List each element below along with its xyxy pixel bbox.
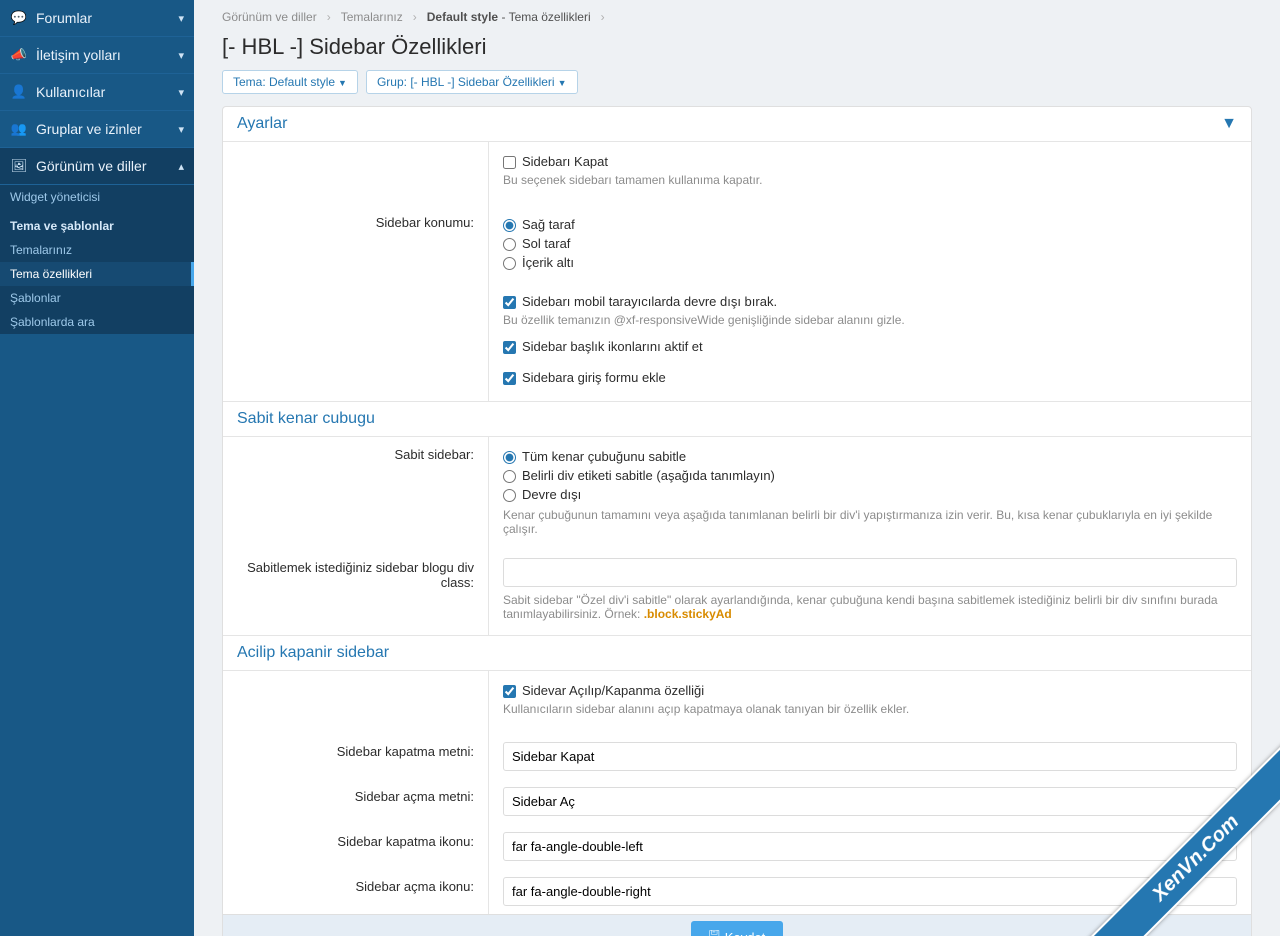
label-close-icon: Sidebar kapatma ikonu: [223, 824, 488, 869]
save-button[interactable]: 🖫 Kaydet [691, 921, 784, 936]
user-icon: 👤 [10, 84, 28, 100]
nav-forums[interactable]: 💬 Forumlar ▾ [0, 0, 194, 37]
checkbox-login-form[interactable] [503, 372, 516, 385]
page-title: [- HBL -] Sidebar Özellikleri [222, 34, 1252, 60]
input-close-icon[interactable] [503, 832, 1237, 861]
label-open-icon: Sidebar açma ikonu: [223, 869, 488, 914]
nav-appearance[interactable]: 🖼 Görünüm ve diller ▴ [0, 148, 194, 185]
subnav-group-themes[interactable]: Tema ve şablonlar [0, 209, 194, 238]
chevron-down-icon: ▾ [178, 123, 184, 136]
nav-users[interactable]: 👤 Kullanıcılar ▾ [0, 74, 194, 111]
opt-toggle-enable[interactable]: Sidevar Açılıp/Kapanma özelliği [503, 683, 1237, 698]
settings-block: Ayarlar ▼ Sidebarı Kapat Bu seçenek side… [222, 106, 1252, 936]
checkbox-close-sidebar[interactable] [503, 156, 516, 169]
save-bar: 🖫 Kaydet [223, 914, 1251, 936]
opt-heading-icons[interactable]: Sidebar başlık ikonlarını aktif et [503, 339, 1237, 354]
label-sticky: Sabit sidebar: [223, 437, 488, 550]
crumb-themes[interactable]: Temalarınız [341, 10, 403, 24]
section-toggle-head: Acilip kapanir sidebar [223, 635, 1251, 671]
radio-position-right[interactable] [503, 219, 516, 232]
bullhorn-icon: 📣 [10, 47, 28, 63]
crumb-properties[interactable]: Tema özellikleri [509, 10, 591, 24]
crumb-sep: - [501, 10, 508, 24]
label-position: Sidebar konumu: [223, 205, 488, 282]
image-icon: 🖼 [10, 158, 28, 174]
toolbar: Tema: Default style▼ Grup: [- HBL -] Sid… [222, 70, 1252, 94]
hint-close-sidebar: Bu seçenek sidebarı tamamen kullanıma ka… [503, 173, 1237, 187]
hint-toggle-enable: Kullanıcıların sidebar alanını açıp kapa… [503, 702, 1237, 716]
subnav-template-search[interactable]: Şablonlarda ara [0, 310, 194, 334]
chevron-down-icon: ▾ [178, 49, 184, 62]
opt-position-left[interactable]: Sol taraf [503, 236, 1237, 251]
radio-sticky-div[interactable] [503, 470, 516, 483]
radio-sticky-off[interactable] [503, 489, 516, 502]
nav-label: Görünüm ve diller [36, 158, 178, 174]
collapse-icon[interactable]: ▼ [1221, 115, 1237, 133]
opt-sticky-all[interactable]: Tüm kenar çubuğunu sabitle [503, 449, 1237, 464]
label-open-text: Sidebar açma metni: [223, 779, 488, 824]
crumb-style[interactable]: Default style [427, 10, 498, 24]
chevron-right-icon [411, 10, 419, 24]
subnav-templates[interactable]: Şablonlar [0, 286, 194, 310]
caret-down-icon: ▼ [558, 78, 567, 88]
hint-sticky-class: Sabit sidebar "Özel div'i sabitle" olara… [503, 593, 1237, 621]
input-open-text[interactable] [503, 787, 1237, 816]
radio-sticky-all[interactable] [503, 451, 516, 464]
input-open-icon[interactable] [503, 877, 1237, 906]
subnav-widget-manager[interactable]: Widget yöneticisi [0, 185, 194, 209]
input-close-text[interactable] [503, 742, 1237, 771]
section-sticky-head: Sabit kenar cubugu [223, 401, 1251, 437]
checkbox-heading-icons[interactable] [503, 341, 516, 354]
checkbox-toggle-enable[interactable] [503, 685, 516, 698]
users-icon: 👥 [10, 121, 28, 137]
chevron-right-icon [599, 10, 607, 24]
caret-down-icon: ▼ [338, 78, 347, 88]
hint-sticky: Kenar çubuğunun tamamını veya aşağıda ta… [503, 508, 1237, 536]
opt-position-right[interactable]: Sağ taraf [503, 217, 1237, 232]
checkbox-disable-mobile[interactable] [503, 296, 516, 309]
main-content: Görünüm ve diller Temalarınız Default st… [194, 0, 1280, 936]
nav-label: Forumlar [36, 10, 178, 26]
nav-label: Kullanıcılar [36, 84, 178, 100]
opt-position-below[interactable]: İçerik altı [503, 255, 1237, 270]
nav-appearance-sub: Widget yöneticisi Tema ve şablonlar Tema… [0, 185, 194, 334]
admin-sidebar: 💬 Forumlar ▾ 📣 İletişim yolları ▾ 👤 Kull… [0, 0, 194, 936]
group-select-button[interactable]: Grup: [- HBL -] Sidebar Özellikleri▼ [366, 70, 578, 94]
input-sticky-class[interactable] [503, 558, 1237, 587]
nav-contact[interactable]: 📣 İletişim yolları ▾ [0, 37, 194, 74]
comments-icon: 💬 [10, 10, 28, 26]
breadcrumb: Görünüm ve diller Temalarınız Default st… [222, 6, 1252, 30]
save-icon: 🖫 [709, 926, 720, 936]
nav-label: İletişim yolları [36, 47, 178, 63]
subnav-themes[interactable]: Temalarınız [0, 238, 194, 262]
label-close-text: Sidebar kapatma metni: [223, 734, 488, 779]
nav-groups[interactable]: 👥 Gruplar ve izinler ▾ [0, 111, 194, 148]
nav-label: Gruplar ve izinler [36, 121, 178, 137]
radio-position-below[interactable] [503, 257, 516, 270]
chevron-down-icon: ▾ [178, 12, 184, 25]
subnav-theme-properties[interactable]: Tema özellikleri [0, 262, 194, 286]
chevron-up-icon: ▴ [178, 160, 184, 173]
crumb-appearance[interactable]: Görünüm ve diller [222, 10, 317, 24]
opt-close-sidebar[interactable]: Sidebarı Kapat [503, 154, 1237, 169]
chevron-down-icon: ▾ [178, 86, 184, 99]
opt-disable-mobile[interactable]: Sidebarı mobil tarayıcılarda devre dışı … [503, 294, 1237, 309]
opt-login-form[interactable]: Sidebara giriş formu ekle [503, 370, 1237, 385]
label-sticky-class: Sabitlemek istediğiniz sidebar blogu div… [223, 550, 488, 635]
radio-position-left[interactable] [503, 238, 516, 251]
chevron-right-icon [325, 10, 333, 24]
theme-select-button[interactable]: Tema: Default style▼ [222, 70, 358, 94]
opt-sticky-div[interactable]: Belirli div etiketi sabitle (aşağıda tan… [503, 468, 1237, 483]
section-settings-head[interactable]: Ayarlar ▼ [223, 107, 1251, 142]
hint-disable-mobile: Bu özellik temanızın @xf-responsiveWide … [503, 313, 1237, 327]
opt-sticky-off[interactable]: Devre dışı [503, 487, 1237, 502]
